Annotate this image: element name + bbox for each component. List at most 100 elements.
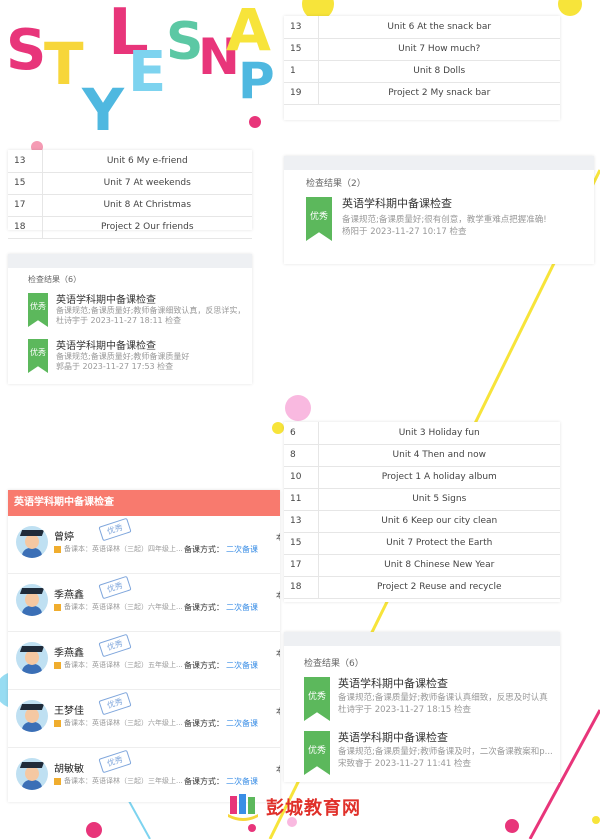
row-title: Unit 8 At Christmas xyxy=(42,194,252,217)
teacher-avatar xyxy=(16,700,48,732)
result-meta: 宋致睿于 2023-11-27 11:41 检查 xyxy=(338,759,471,769)
excellent-badge: 优秀 xyxy=(304,731,330,775)
mode-link[interactable]: 二次备课 xyxy=(226,602,258,613)
results-header: 检查结果（6） xyxy=(28,275,82,284)
logo-letter: S xyxy=(6,18,47,83)
teacher-row[interactable]: 季燕鑫 优秀 备课本：英语译林（三起）六年级上... 备课方式： 二次备课 本 xyxy=(8,574,280,632)
teacher-row[interactable]: 曾婷 优秀 备课本：英语译林（三起）四年级上... 备课方式： 二次备课 本 xyxy=(8,516,280,574)
result-title: 英语学科期中备课检查 xyxy=(56,341,156,352)
table-row[interactable]: 18 Project 2 Our friends xyxy=(8,216,252,239)
result-item[interactable]: 优秀 英语学科期中备课检查 备课规范;备课质量好;很有创意，教学重难点把握准确!… xyxy=(306,193,594,249)
row-number: 15 xyxy=(284,38,319,61)
excellent-stamp: 优秀 xyxy=(98,633,132,658)
row-title: Project 2 My snack bar xyxy=(318,82,560,105)
row-number: 19 xyxy=(284,82,319,105)
row-number: 17 xyxy=(8,194,43,217)
row-number: 11 xyxy=(284,488,319,511)
lesson-book: 备课本：英语译林（三起）六年级上... xyxy=(64,603,183,611)
table-row[interactable]: 17 Unit 8 Chinese New Year xyxy=(284,554,560,577)
table-row[interactable]: 10 Project 1 A holiday album xyxy=(284,466,560,489)
result-desc: 备课规范;备课质量好;教师备课认真细致，反思及时认真 xyxy=(338,693,548,703)
mode-label: 备课方式： xyxy=(184,719,224,728)
teacher-check-panel: 英语学科期中备课检查 曾婷 优秀 备课本：英语译林（三起）四年级上... 备课方… xyxy=(8,490,280,802)
result-item[interactable]: 优秀 英语学科期中备课检查 备课规范;备课质量好;教师备课细致认真，反思详实，.… xyxy=(28,289,252,335)
teacher-name: 胡敏敏 xyxy=(54,764,84,775)
mode-link[interactable]: 二次备课 xyxy=(226,544,258,555)
mode-link[interactable]: 二次备课 xyxy=(226,718,258,729)
teacher-row[interactable]: 王梦佳 优秀 备课本：英语译林（三起）六年级上... 备课方式： 二次备课 本 xyxy=(8,690,280,748)
table-row[interactable]: 17 Unit 8 At Christmas xyxy=(8,194,252,217)
row-number: 15 xyxy=(284,532,319,555)
results-header: 检查结果（2） xyxy=(306,179,366,189)
panel-header: 英语学科期中备课检查 xyxy=(8,490,280,516)
table-row[interactable]: 13 Unit 6 At the snack bar xyxy=(284,16,560,39)
result-desc: 备课规范;备课质量好;很有创意，教学重难点把握准确! xyxy=(342,215,547,225)
truncated-text: 本 xyxy=(276,764,280,775)
book-icon xyxy=(54,778,61,785)
result-title: 英语学科期中备课检查 xyxy=(56,295,156,306)
result-title: 英语学科期中备课检查 xyxy=(338,677,448,690)
lesson-book: 备课本：英语译林（三起）三年级上... xyxy=(64,777,183,785)
teacher-name: 季燕鑫 xyxy=(54,648,84,659)
excellent-badge: 优秀 xyxy=(306,197,332,241)
table-row[interactable]: 15 Unit 7 Protect the Earth xyxy=(284,532,560,555)
excellent-stamp: 优秀 xyxy=(98,749,132,774)
book-logo-icon xyxy=(228,794,258,821)
book-icon xyxy=(54,546,61,553)
result-item[interactable]: 优秀 英语学科期中备课检查 备课规范;备课质量好;教师备课及时，二次备课教案和p… xyxy=(304,727,560,781)
row-title: Project 2 Our friends xyxy=(42,216,252,239)
row-number: 15 xyxy=(8,172,43,195)
row-number: 13 xyxy=(8,150,43,173)
row-title: Unit 8 Chinese New Year xyxy=(318,554,560,577)
lesson-book: 备课本：英语译林（三起）五年级上... xyxy=(64,661,183,669)
table-row[interactable]: 11 Unit 5 Signs xyxy=(284,488,560,511)
excellent-stamp: 优秀 xyxy=(98,575,132,600)
mode-label: 备课方式： xyxy=(184,777,224,786)
table-row[interactable]: 13 Unit 6 My e-friend xyxy=(8,150,252,173)
row-number: 17 xyxy=(284,554,319,577)
excellent-badge: 优秀 xyxy=(28,339,48,373)
table-row[interactable]: 15 Unit 7 At weekends xyxy=(8,172,252,195)
lesson-book: 备课本：英语译林（三起）四年级上... xyxy=(64,545,183,553)
teacher-name: 季燕鑫 xyxy=(54,590,84,601)
row-number: 18 xyxy=(8,216,43,239)
excellent-badge: 优秀 xyxy=(304,677,330,721)
table-row[interactable]: 6 Unit 3 Holiday fun xyxy=(284,422,560,445)
table-row[interactable]: 1 Unit 8 Dolls xyxy=(284,60,560,83)
result-item[interactable]: 优秀 英语学科期中备课检查 备课规范;备课质量好;教师备课质量好 郭晶于 202… xyxy=(28,335,252,381)
table-row[interactable]: 18 Project 2 Reuse and recycle xyxy=(284,576,560,599)
truncated-text: 本 xyxy=(276,648,280,659)
table-row[interactable]: 8 Unit 4 Then and now xyxy=(284,444,560,467)
mode-link[interactable]: 二次备课 xyxy=(226,660,258,671)
row-number: 1 xyxy=(284,60,319,83)
watermark: 彭城教育网 xyxy=(226,790,386,824)
result-item[interactable]: 优秀 英语学科期中备课检查 备课规范;备课质量好;教师备课认真细致，反思及时认真… xyxy=(304,673,560,727)
book-icon xyxy=(54,662,61,669)
row-title: Project 1 A holiday album xyxy=(318,466,560,489)
stylesnap-logo: S T Y L E S N A P xyxy=(0,0,280,150)
row-title: Unit 7 How much? xyxy=(318,38,560,61)
row-title: Unit 8 Dolls xyxy=(318,60,560,83)
row-title: Unit 7 At weekends xyxy=(42,172,252,195)
teacher-row[interactable]: 季燕鑫 优秀 备课本：英语译林（三起）五年级上... 备课方式： 二次备课 本 xyxy=(8,632,280,690)
lesson-table-top-left: 13 Unit 6 My e-friend 15 Unit 7 At weekend… xyxy=(8,150,252,239)
row-title: Unit 5 Signs xyxy=(318,488,560,511)
table-row[interactable]: 13 Unit 6 Keep our city clean xyxy=(284,510,560,533)
row-number: 13 xyxy=(284,16,319,39)
result-title: 英语学科期中备课检查 xyxy=(342,197,452,210)
check-results-panel: 检查结果（2） 优秀 英语学科期中备课检查 备课规范;备课质量好;很有创意，教学… xyxy=(284,156,594,264)
result-desc: 备课规范;备课质量好;教师备课及时，二次备课教案和p... xyxy=(338,747,553,757)
table-row[interactable]: 19 Project 2 My snack bar xyxy=(284,82,560,105)
logo-letter: Y xyxy=(82,76,124,144)
excellent-stamp: 优秀 xyxy=(98,517,132,542)
result-title: 英语学科期中备课检查 xyxy=(338,731,448,744)
lesson-table-mid-right: 6 Unit 3 Holiday fun 8 Unit 4 Then and now… xyxy=(284,422,560,602)
table-row[interactable]: 15 Unit 7 How much? xyxy=(284,38,560,61)
row-title: Project 2 Reuse and recycle xyxy=(318,576,560,599)
row-title: Unit 3 Holiday fun xyxy=(318,422,560,445)
row-title: Unit 6 Keep our city clean xyxy=(318,510,560,533)
teacher-name: 曾婷 xyxy=(54,532,74,543)
row-number: 8 xyxy=(284,444,319,467)
mode-link[interactable]: 二次备课 xyxy=(226,776,258,787)
book-icon xyxy=(54,604,61,611)
